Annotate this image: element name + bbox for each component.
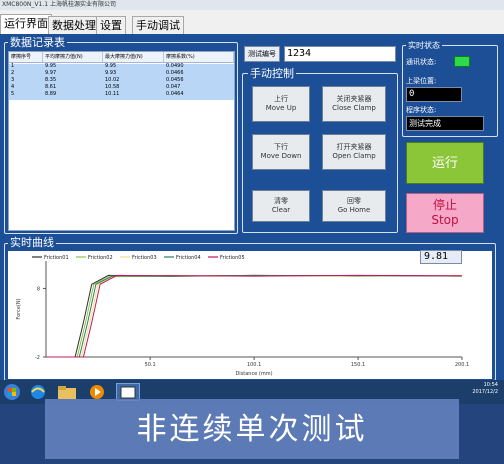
column-header[interactable]: 最大摩擦力值(N)	[103, 52, 164, 62]
x-tick-label: 50.1	[145, 362, 156, 368]
clock-date: 2017/12/2	[472, 389, 498, 395]
tab-run[interactable]: 运行界面	[0, 14, 52, 34]
table-cell: 10.58	[105, 84, 120, 90]
move-up-label-en: Move Up	[265, 104, 297, 112]
open-clamp-label-en: Open Clamp	[332, 152, 376, 160]
move-up-label: 上行	[274, 95, 288, 103]
table-row[interactable]: 4 8.61 10.58 0.047	[9, 84, 234, 91]
curve-title: 实时曲线	[8, 236, 56, 249]
table-cell: 8.61	[45, 84, 57, 90]
run-label: 运行	[431, 155, 458, 171]
friction-chart: 8 -2 50.1 100.1 150.1 200.1 Distance (mm) Force…	[16, 255, 469, 377]
video-caption: 非连续单次测试	[45, 399, 459, 459]
comm-status-label: 通讯状态:	[406, 58, 437, 66]
tab-data-processing[interactable]: 数据处理	[48, 16, 100, 34]
table-cell: 5	[11, 91, 15, 97]
position-value: 0	[406, 87, 462, 102]
table-cell: 0.0456	[166, 77, 184, 83]
tab-bar: 运行界面 数据处理 设置 手动调试	[0, 10, 504, 34]
table-cell: 0.0464	[166, 91, 184, 97]
y-tick-label: 8	[37, 286, 40, 292]
go-home-label-en: Go Home	[337, 206, 371, 214]
system-clock[interactable]: 10:54 2017/12/2	[472, 382, 498, 396]
close-clamp-label-en: Close Clamp	[332, 104, 376, 112]
table-cell: 10.11	[105, 91, 120, 97]
go-home-label: 回零	[347, 197, 361, 205]
stop-label-en: Stop	[431, 213, 459, 227]
close-clamp-label: 关闭夹紧器	[336, 95, 372, 103]
table-header: 摩擦序号 平均摩擦力值(N) 最大摩擦力值(N) 摩擦系数(%)	[9, 52, 234, 63]
table-body: 1 9.95 9.95 0.0490 2 9.97 9.93 0.0466 3 8.35 10.02…	[9, 63, 234, 98]
legend-label: Friction01	[44, 255, 69, 261]
x-tick-label: 100.1	[247, 362, 261, 368]
series-line-friction03	[46, 274, 462, 358]
chart-area: 8 -2 50.1 100.1 150.1 200.1 Distance (mm) Force…	[8, 251, 492, 379]
table-row[interactable]: 2 9.97 9.93 0.0466	[9, 70, 234, 77]
table-cell: 9.95	[105, 63, 117, 69]
table-cell: 9.93	[105, 70, 117, 76]
x-tick-label: 200.1	[455, 362, 469, 368]
manual-control-title: 手动控制	[248, 67, 296, 80]
legend-label: Friction04	[176, 255, 201, 261]
start-icon[interactable]	[2, 383, 26, 401]
series-line-friction01	[46, 274, 462, 358]
clear-label-en: Clear	[271, 206, 291, 214]
move-up-button[interactable]: 上行 Move Up	[252, 86, 310, 122]
close-clamp-button[interactable]: 关闭夹紧器 Close Clamp	[322, 86, 386, 122]
column-header[interactable]: 摩擦系数(%)	[164, 52, 234, 62]
column-header[interactable]: 平均摩擦力值(N)	[43, 52, 103, 62]
program-status-value: 测试完成	[406, 116, 484, 131]
run-button[interactable]: 运行	[406, 142, 484, 184]
table-row[interactable]: 1 9.95 9.95 0.0490	[9, 63, 234, 70]
table-row[interactable]: 5 8.89 10.11 0.0464	[9, 91, 234, 98]
series-line-friction04	[46, 274, 462, 358]
clear-button[interactable]: 清零 Clear	[252, 190, 310, 222]
tab-manual-debug[interactable]: 手动调试	[132, 16, 184, 34]
table-cell: 1	[11, 63, 15, 69]
table-row[interactable]: 3 8.35 10.02 0.0456	[9, 77, 234, 84]
comm-status-indicator	[454, 56, 470, 67]
table-cell: 8.89	[45, 91, 57, 97]
window-title: XMC800N_V1.1 上海帆桂源实业有限公司	[0, 0, 504, 10]
position-label: 上梁位置:	[406, 77, 437, 85]
go-home-button[interactable]: 回零 Go Home	[322, 190, 386, 222]
clock-time: 10:54	[483, 382, 498, 388]
x-tick-label: 150.1	[351, 362, 365, 368]
records-table: 摩擦序号 平均摩擦力值(N) 最大摩擦力值(N) 摩擦系数(%) 1 9.95 9.…	[8, 51, 235, 231]
table-cell: 0.047	[166, 84, 181, 90]
open-clamp-button[interactable]: 打开夹紧器 Open Clamp	[322, 134, 386, 170]
legend-label: Friction03	[132, 255, 157, 261]
table-cell: 10.02	[105, 77, 120, 83]
column-header[interactable]: 摩擦序号	[9, 52, 43, 62]
test-id-button[interactable]: 测试编号	[244, 46, 280, 62]
table-cell: 9.95	[45, 63, 57, 69]
move-down-label-en: Move Down	[260, 152, 302, 160]
tab-settings[interactable]: 设置	[96, 16, 126, 34]
y-tick-label: -2	[35, 355, 40, 361]
series-line-friction05	[46, 274, 462, 358]
y-axis-label: Force(N)	[16, 298, 22, 319]
clear-label: 清零	[274, 197, 288, 205]
table-cell: 3	[11, 77, 15, 83]
legend-label: Friction02	[88, 255, 113, 261]
table-cell: 0.0490	[166, 63, 184, 69]
stop-label: 停止	[432, 198, 457, 212]
x-axis-label: Distance (mm)	[235, 371, 272, 377]
test-id-input[interactable]: 1234	[284, 46, 396, 62]
table-cell: 4	[11, 84, 15, 90]
table-cell: 2	[11, 70, 15, 76]
table-cell: 9.97	[45, 70, 57, 76]
force-readout: 9.81	[420, 250, 462, 264]
open-clamp-label: 打开夹紧器	[336, 143, 372, 151]
records-title: 数据记录表	[8, 36, 67, 49]
series-line-friction02	[46, 274, 462, 358]
move-down-label: 下行	[274, 143, 288, 151]
status-title: 实时状态	[406, 40, 442, 52]
stop-button[interactable]: 停止 Stop	[406, 193, 484, 233]
move-down-button[interactable]: 下行 Move Down	[252, 134, 310, 170]
program-status-label: 程序状态:	[406, 106, 437, 114]
legend-label: Friction05	[220, 255, 245, 261]
table-cell: 0.0466	[166, 70, 184, 76]
table-cell: 8.35	[45, 77, 57, 83]
